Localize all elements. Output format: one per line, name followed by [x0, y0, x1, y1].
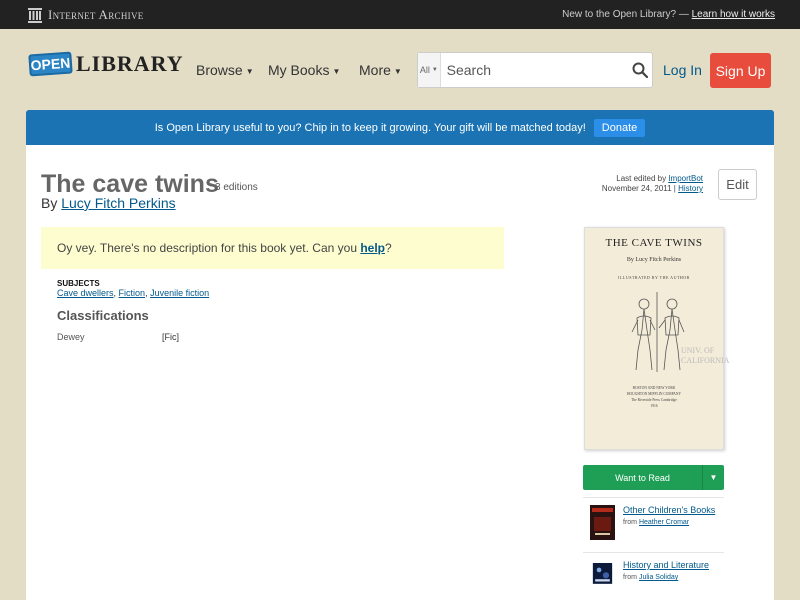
- list-from-label: from: [623, 574, 637, 581]
- nav-more[interactable]: More ▼: [359, 62, 402, 78]
- want-to-read-button[interactable]: Want to Read: [583, 465, 702, 490]
- last-edited-prefix: Last edited by: [616, 174, 667, 183]
- donate-button[interactable]: Donate: [593, 118, 646, 137]
- cover-publisher: BOSTON AND NEW YORK HOUGHTON MIFFLIN COM…: [585, 385, 723, 409]
- subjects-list: Cave dwellers, Fiction, Juvenile fiction: [57, 288, 210, 298]
- list-cover-thumbnail[interactable]: [590, 563, 615, 590]
- cover-title: THE CAVE TWINS: [605, 237, 703, 249]
- list-from-label: from: [623, 519, 637, 526]
- no-description-notice: Oy vey. There's no description for this …: [41, 227, 504, 269]
- editions-count: 3 editions: [215, 182, 258, 193]
- chevron-down-icon: ▼: [393, 66, 402, 76]
- logo-open-badge: OPEN: [28, 51, 73, 77]
- search-scope-label: All: [419, 65, 430, 75]
- last-edited-date: November 24, 2011: [601, 184, 672, 193]
- chevron-down-icon: ▼: [332, 66, 341, 76]
- new-user-text: New to the Open Library? —: [562, 9, 689, 20]
- by-label: By: [41, 195, 58, 211]
- search-button[interactable]: [628, 53, 652, 87]
- no-description-end: ?: [385, 241, 392, 255]
- caret-down-icon: ▼: [709, 473, 718, 482]
- nav-my-books[interactable]: My Books ▼: [268, 62, 340, 78]
- search-icon: [632, 62, 648, 78]
- reading-status-dropdown[interactable]: ▼: [702, 465, 724, 490]
- login-link[interactable]: Log In: [663, 62, 702, 78]
- library-stamp: UNIV. OF CALIFORNIA: [681, 346, 729, 366]
- internet-archive-logo[interactable]: Internet Archive: [28, 7, 144, 23]
- stamp-line: CALIFORNIA: [681, 356, 730, 365]
- dewey-value: [Fic]: [162, 332, 179, 342]
- nav-browse-label: Browse: [196, 62, 243, 78]
- search-input[interactable]: [440, 53, 628, 87]
- internet-archive-bar: Internet Archive New to the Open Library…: [0, 0, 800, 29]
- subject-link[interactable]: Cave dwellers: [57, 288, 114, 298]
- want-to-read-control: Want to Read ▼: [583, 465, 724, 490]
- subject-link[interactable]: Juvenile fiction: [150, 288, 209, 298]
- list-item: Other Children's Books from Heather Crom…: [583, 497, 724, 547]
- list-cover-thumbnail[interactable]: [590, 505, 615, 540]
- search-bar: All ▼: [417, 52, 653, 88]
- list-owner-link[interactable]: Julia Soliday: [639, 574, 678, 581]
- donate-banner: Is Open Library useful to you? Chip in t…: [26, 110, 774, 145]
- subjects-heading: SUBJECTS: [57, 279, 100, 288]
- internet-archive-brand: Internet Archive: [48, 7, 144, 22]
- list-title-link[interactable]: History and Literature: [623, 560, 709, 570]
- book-byline: By Lucy Fitch Perkins: [41, 195, 176, 211]
- signup-button[interactable]: Sign Up: [710, 53, 771, 88]
- author-link[interactable]: Lucy Fitch Perkins: [61, 195, 175, 211]
- open-library-logo[interactable]: OPEN LIBRARY: [28, 51, 184, 77]
- list-owner: from Julia Soliday: [623, 574, 678, 581]
- list-owner: from Heather Cromar: [623, 519, 689, 526]
- donate-message: Is Open Library useful to you? Chip in t…: [154, 121, 586, 134]
- stamp-line: UNIV. OF: [681, 346, 715, 355]
- publisher-line: 1916: [650, 404, 658, 408]
- subject-link[interactable]: Fiction: [119, 288, 146, 298]
- nav-browse[interactable]: Browse ▼: [196, 62, 254, 78]
- site-header: OPEN LIBRARY Browse ▼ My Books ▼ More ▼ All…: [0, 29, 800, 110]
- cover-author: By Lucy Fitch Perkins: [626, 257, 682, 263]
- dewey-label: Dewey: [57, 332, 85, 342]
- list-title-link[interactable]: Other Children's Books: [623, 505, 715, 515]
- nav-my-books-label: My Books: [268, 62, 330, 78]
- history-link[interactable]: History: [678, 184, 703, 193]
- nav-more-label: More: [359, 62, 391, 78]
- archive-building-icon: [28, 7, 42, 23]
- learn-how-link[interactable]: Learn how it works: [692, 9, 775, 20]
- cover-illustrated-line: ILLUSTRATED BY THE AUTHOR: [618, 275, 690, 280]
- chevron-down-icon: ▼: [431, 67, 438, 73]
- book-page-content: The cave twins 3 editions By Lucy Fitch …: [26, 145, 774, 600]
- list-owner-link[interactable]: Heather Cromar: [639, 519, 689, 526]
- logo-library-text: LIBRARY: [76, 51, 184, 76]
- no-description-text: Oy vey. There's no description for this …: [57, 241, 357, 255]
- new-user-prompt: New to the Open Library? — Learn how it …: [562, 9, 775, 20]
- classifications-heading: Classifications: [57, 308, 149, 323]
- chevron-down-icon: ▼: [245, 66, 254, 76]
- last-edited-user-link[interactable]: ImportBot: [668, 174, 703, 183]
- edit-button[interactable]: Edit: [718, 169, 757, 200]
- search-scope-select[interactable]: All ▼: [418, 53, 441, 87]
- list-item: History and Literature from Julia Solida…: [583, 552, 724, 600]
- help-link[interactable]: help: [360, 241, 385, 255]
- last-edited-info: Last edited by ImportBot November 24, 20…: [601, 174, 703, 193]
- book-cover[interactable]: THE CAVE TWINS By Lucy Fitch Perkins ILL…: [584, 227, 729, 450]
